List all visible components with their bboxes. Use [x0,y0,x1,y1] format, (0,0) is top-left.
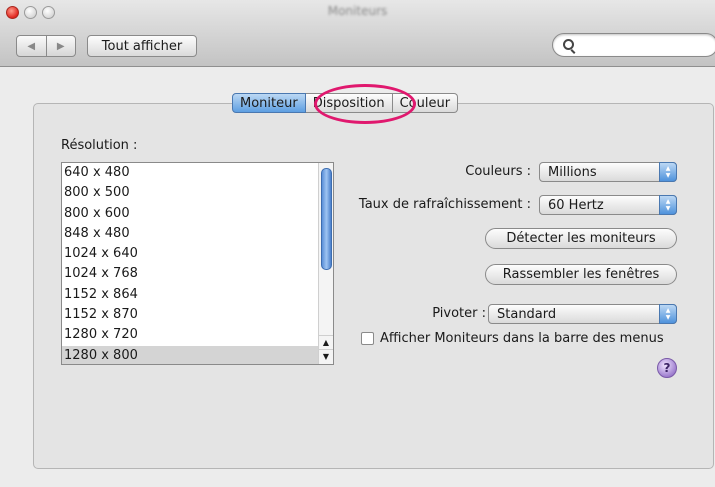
search-icon [563,39,574,50]
popup-arrows-icon: ▲ ▼ [659,195,677,215]
refresh-rate-value: 60 Hertz [548,197,604,213]
resolution-scrollbar[interactable]: ▲ ▼ [318,163,333,364]
popup-arrows-icon: ▲ ▼ [659,304,677,324]
list-item[interactable]: 1152 x 864 [62,285,333,305]
search-field[interactable] [552,33,715,57]
detect-displays-button[interactable]: Détecter les moniteurs [485,228,677,249]
list-item[interactable]: 1024 x 640 [62,244,333,264]
popup-arrows-icon: ▲ ▼ [659,162,677,182]
menubar-checkbox[interactable] [361,332,374,345]
tab-moniteur[interactable]: Moniteur [232,93,306,113]
show-all-button[interactable]: Tout afficher [87,35,197,57]
scroll-up-arrow-icon[interactable]: ▲ [319,335,333,350]
list-item-selected[interactable]: 1280 x 800 [62,345,333,364]
window-title: Moniteurs [327,4,388,18]
toolbar: Moniteurs ◀ ▶ Tout afficher [0,0,715,67]
list-item[interactable]: 1024 x 768 [62,264,333,284]
refresh-rate-label: Taux de rafraîchissement : [358,197,531,212]
menubar-checkbox-label[interactable]: Afficher Moniteurs dans la barre des men… [380,331,664,346]
resolution-list[interactable]: 640 x 480 800 x 500 800 x 600 848 x 480 … [61,162,334,365]
list-item[interactable]: 1280 x 720 [62,325,333,345]
list-item[interactable]: 800 x 600 [62,204,333,224]
forward-button[interactable]: ▶ [45,36,76,56]
list-item[interactable]: 800 x 500 [62,183,333,203]
highlight-annotation-ring [314,84,416,124]
scroll-thumb[interactable] [321,168,332,270]
colors-label: Couleurs : [465,164,531,179]
rotate-value: Standard [497,306,557,322]
gather-windows-button[interactable]: Rassembler les fenêtres [485,264,677,285]
rotate-label: Pivoter : [432,306,486,321]
colors-popup[interactable]: Millions ▲ ▼ [539,162,677,182]
help-icon[interactable]: ? [657,358,677,378]
back-forward-group: ◀ ▶ [16,35,76,57]
rotate-popup[interactable]: Standard ▲ ▼ [488,304,677,324]
list-item[interactable]: 1152 x 870 [62,305,333,325]
refresh-rate-popup[interactable]: 60 Hertz ▲ ▼ [539,195,677,215]
list-item[interactable]: 848 x 480 [62,224,333,244]
preferences-window: Moniteurs ◀ ▶ Tout afficher Moniteur Dis… [0,0,715,487]
scroll-down-arrow-icon[interactable]: ▼ [319,349,333,364]
resolution-label: Résolution : [61,138,138,153]
back-button[interactable]: ◀ [17,36,46,56]
colors-value: Millions [548,164,597,180]
list-item[interactable]: 640 x 480 [62,163,333,183]
